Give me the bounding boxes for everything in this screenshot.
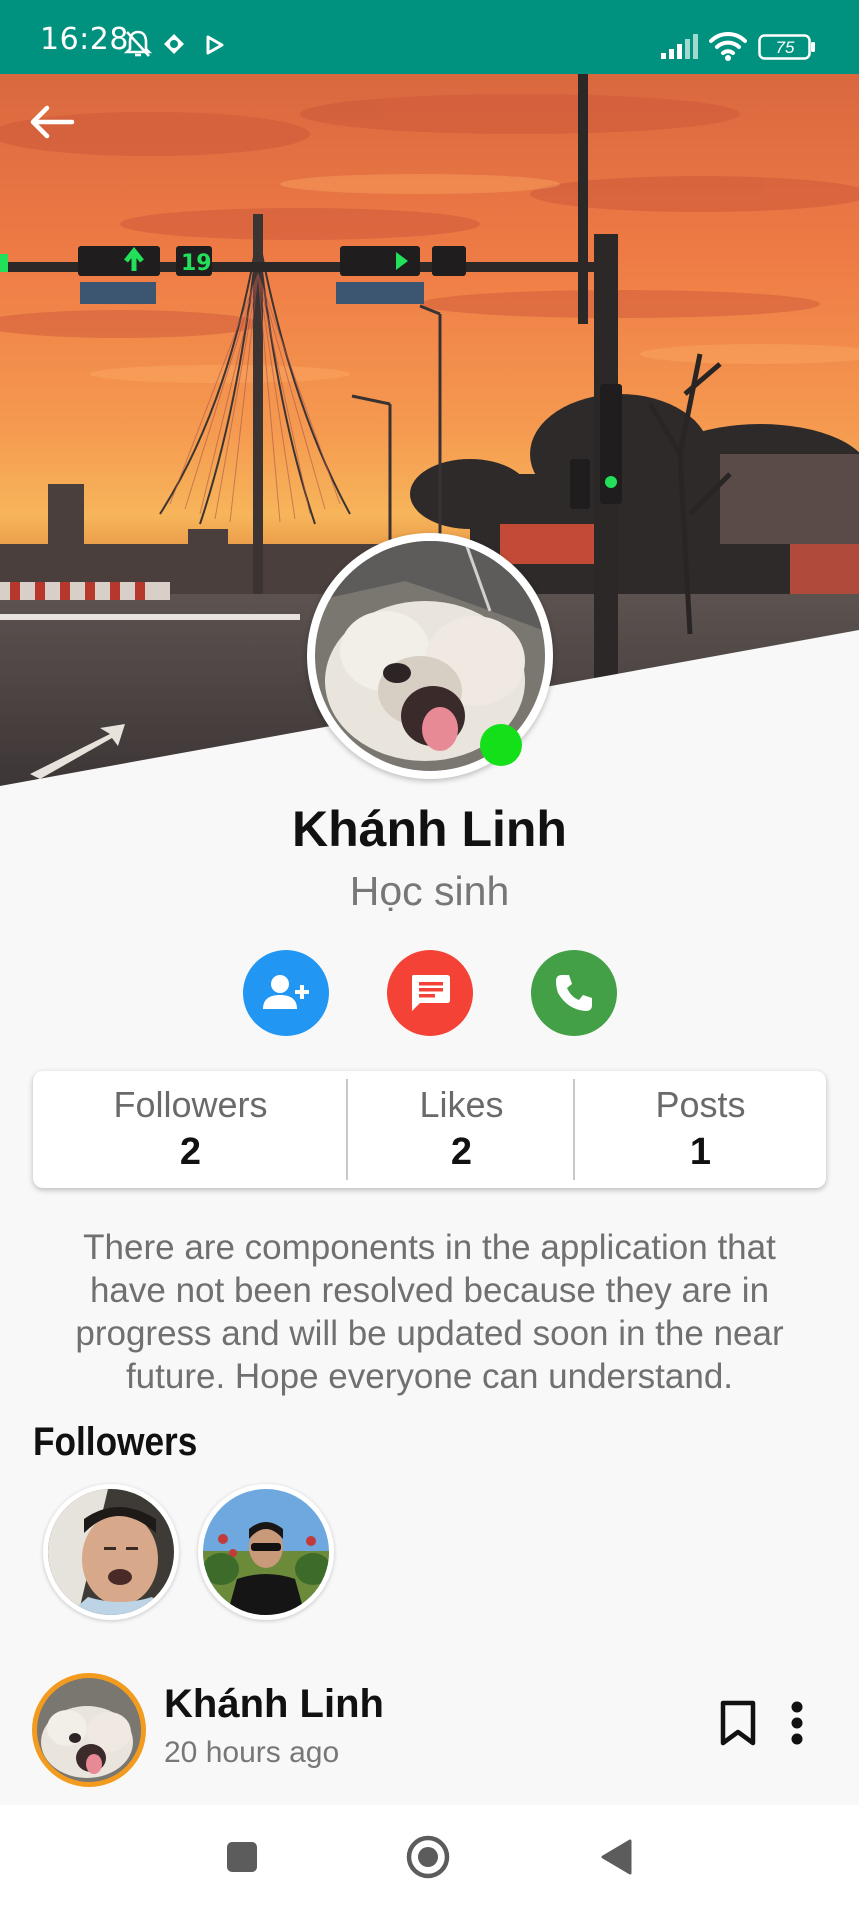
message-icon — [412, 975, 450, 1011]
status-bar: 16:28 75 — [0, 0, 859, 74]
stats-card: Followers 2 Likes 2 Posts 1 — [33, 1071, 826, 1188]
stat-posts[interactable]: Posts 1 — [575, 1071, 826, 1188]
home-button[interactable] — [402, 1831, 454, 1883]
follower-avatar[interactable] — [43, 1484, 179, 1620]
stat-label: Posts — [655, 1083, 746, 1125]
phone-icon — [556, 975, 592, 1011]
app-notification-icon — [161, 31, 187, 62]
more-options-button[interactable] — [780, 1696, 814, 1750]
profile-screen: 16:28 75 19 Khánh Linh Học sinh Follower… — [0, 0, 859, 1908]
bookmark-icon — [720, 1700, 756, 1746]
add-friend-button[interactable] — [243, 950, 329, 1036]
follower-avatar[interactable] — [198, 1484, 334, 1620]
person-add-icon — [263, 975, 309, 1009]
arrow-left-icon — [30, 105, 75, 139]
message-button[interactable] — [387, 950, 473, 1036]
bell-off-icon — [122, 28, 154, 65]
call-button[interactable] — [531, 950, 617, 1036]
wifi-icon — [709, 31, 747, 66]
recents-button[interactable] — [216, 1831, 268, 1883]
notice-text: There are components in the application … — [75, 1228, 784, 1396]
status-time: 16:28 — [40, 22, 129, 57]
post-time: 20 hours ago — [164, 1736, 340, 1769]
stat-value: 1 — [689, 1130, 712, 1173]
stat-label: Likes — [419, 1083, 504, 1125]
profile-avatar[interactable] — [307, 533, 553, 779]
more-vertical-icon — [791, 1701, 803, 1745]
play-notification-icon — [205, 34, 225, 61]
home-circle-icon — [406, 1835, 450, 1879]
profile-name: Khánh Linh — [292, 801, 567, 857]
stat-label: Followers — [113, 1083, 268, 1125]
bookmark-button[interactable] — [714, 1696, 762, 1750]
back-triangle-icon — [601, 1839, 632, 1875]
stat-value: 2 — [450, 1130, 473, 1173]
post-author-name[interactable]: Khánh Linh — [164, 1682, 384, 1727]
back-button[interactable] — [22, 92, 82, 152]
back-nav-button[interactable] — [590, 1831, 642, 1883]
recents-square-icon — [227, 1842, 257, 1872]
post-author-avatar[interactable] — [32, 1673, 146, 1787]
online-status-dot — [480, 724, 522, 766]
stat-followers[interactable]: Followers 2 — [33, 1071, 348, 1188]
svg-text:19: 19 — [181, 251, 212, 276]
stat-likes[interactable]: Likes 2 — [348, 1071, 575, 1188]
follower-photo — [48, 1489, 174, 1615]
stat-value: 2 — [179, 1130, 202, 1173]
signal-icon — [660, 34, 700, 65]
post-author-photo — [37, 1678, 141, 1782]
follower-photo — [203, 1489, 329, 1615]
profile-role: Học sinh — [349, 868, 510, 914]
battery-level: 75 — [775, 38, 795, 57]
followers-title: Followers — [33, 1420, 198, 1464]
system-nav-bar — [0, 1805, 859, 1908]
